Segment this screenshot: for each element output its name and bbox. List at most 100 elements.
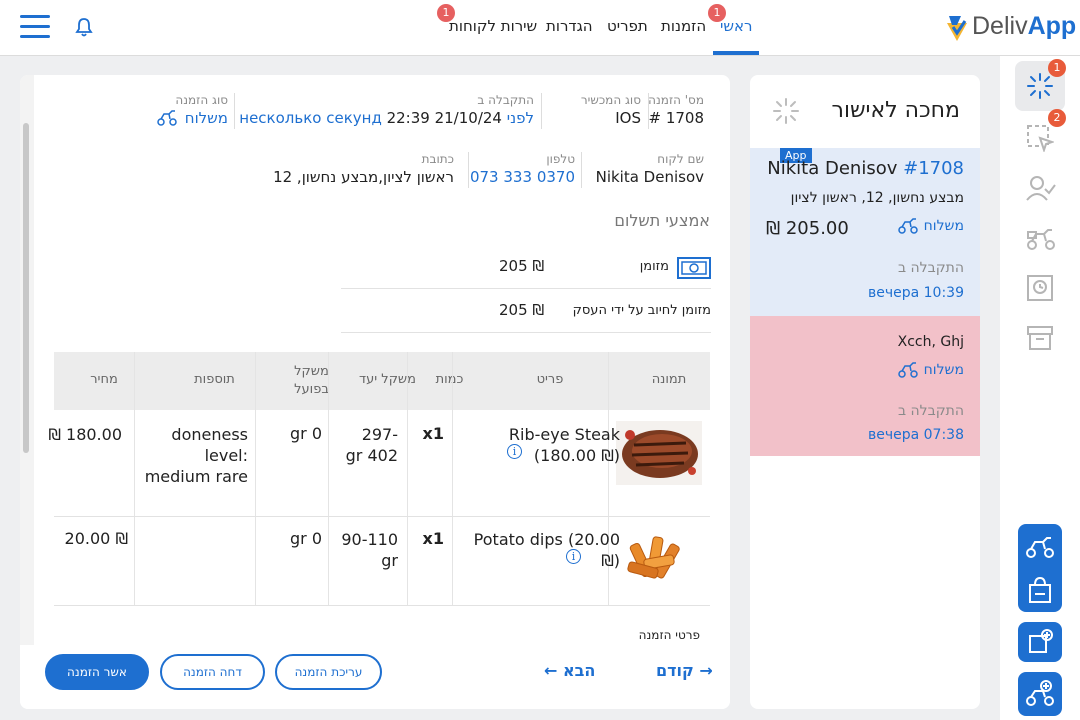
- col-item: פריט: [536, 372, 564, 387]
- rail-add-order-button[interactable]: [1018, 622, 1062, 662]
- item-price: ₪ 20.00: [64, 529, 128, 548]
- payment-method-name: מזומן לחיוב על ידי העסק: [572, 303, 711, 318]
- scooter-icon: [897, 218, 918, 234]
- rail-users-button[interactable]: [1015, 163, 1065, 213]
- column-divider: [134, 352, 135, 605]
- item-qty: x1: [422, 424, 444, 443]
- divider: [468, 152, 469, 188]
- info-icon[interactable]: i: [566, 549, 581, 564]
- order-type-value: משלוח: [184, 109, 228, 127]
- nav-tab-orders[interactable]: הזמנות: [661, 17, 706, 35]
- info-icon[interactable]: i: [507, 444, 522, 459]
- phone-field: טלפון 0370 333 073: [470, 152, 575, 186]
- side-rail: 1 2: [1000, 56, 1080, 720]
- col-target-weight: משקל יעד: [359, 372, 416, 387]
- menu-icon[interactable]: [20, 14, 50, 40]
- rail-archive-button[interactable]: [1015, 313, 1065, 363]
- card-price: ₪ 205.00: [766, 218, 849, 239]
- card-delivery-type: משלוח: [897, 362, 964, 378]
- nav-tab-home[interactable]: ראשי: [720, 17, 752, 35]
- rail-select-badge: 2: [1048, 109, 1066, 127]
- previous-order-link[interactable]: קודם →: [656, 661, 713, 680]
- edit-order-button[interactable]: עריכת הזמנה: [275, 654, 382, 690]
- next-order-link[interactable]: ← הבא: [544, 661, 595, 680]
- order-details-label: פרטי הזמנה: [638, 628, 700, 642]
- payment-method-name: מזומן: [639, 259, 669, 274]
- column-divider: [255, 352, 256, 605]
- received-date: 22:39 21/10/24: [386, 109, 502, 127]
- approve-order-button[interactable]: אשר הזמנה: [45, 654, 149, 690]
- col-actual-weight: משקל בפועל: [294, 364, 329, 397]
- card-received-time: 07:38 вечера: [867, 427, 964, 443]
- item-price: 180.00 ₪: [48, 425, 122, 444]
- spinner-icon: [1027, 73, 1053, 99]
- scooter-icon: [1027, 229, 1055, 250]
- payment-amount: 205 ₪: [499, 301, 545, 319]
- card-address: מבצע נחשון, 12, ראשון לציון: [790, 190, 964, 206]
- item-actual-weight: 0 gr: [289, 424, 322, 443]
- customer-name-value: Nikita Denisov: [595, 168, 704, 186]
- customer-name-field: שם לקוח Nikita Denisov: [596, 152, 704, 186]
- item-qty: x1: [422, 529, 444, 548]
- address-value: ראשון לציון,מבצע נחשון, 12: [273, 168, 454, 186]
- divider: [648, 93, 649, 129]
- shopping-bag-icon: [1029, 576, 1051, 603]
- column-divider: [407, 352, 408, 605]
- top-bar: ראשי 1 הזמנות תפריט הגדרות שירות לקוחות …: [0, 0, 1080, 56]
- card-customer-name: Xcch, Ghj: [897, 334, 964, 350]
- device-type-field: סוג המכשיר IOS: [581, 93, 641, 127]
- user-check-icon: [1026, 176, 1056, 201]
- reject-order-button[interactable]: דחה הזמנה: [160, 654, 265, 690]
- rail-pending-badge: 1: [1048, 59, 1066, 77]
- add-order-icon: [1029, 629, 1053, 653]
- row-divider: [54, 605, 710, 606]
- card-received-label: התקבלה ב: [897, 403, 964, 419]
- scrollbar-thumb[interactable]: [23, 123, 29, 453]
- rail-new-delivery-button[interactable]: [1018, 524, 1062, 612]
- logo-icon: [947, 16, 967, 41]
- column-divider: [328, 352, 329, 605]
- logo-text-app: App: [1027, 12, 1077, 40]
- nav-tab-settings[interactable]: הגדרות: [546, 17, 593, 35]
- card-customer: #1708 Nikita Denisov: [767, 158, 964, 179]
- active-tab-indicator: [713, 51, 759, 55]
- phone-value[interactable]: 0370 333 073: [470, 168, 575, 186]
- device-type-value: IOS: [615, 109, 641, 127]
- received-label: התקבלה ב: [477, 93, 534, 107]
- scooter-icon: [157, 110, 177, 126]
- bell-icon[interactable]: [74, 16, 94, 38]
- rail-add-delivery-button[interactable]: [1018, 672, 1062, 716]
- col-price: מחיר: [90, 372, 118, 387]
- logo-text-deliv: Deliv: [972, 12, 1028, 40]
- rail-receipt-button[interactable]: [1015, 263, 1065, 313]
- pending-order-card[interactable]: App #1708 Nikita Denisov מבצע נחשון, 12,…: [750, 148, 980, 316]
- items-table-header: תמונה פריט כמות משקל יעד משקל בפועל תוספ…: [54, 352, 710, 410]
- device-type-label: סוג המכשיר: [580, 93, 641, 107]
- divider: [581, 152, 582, 188]
- rail-delivery-button[interactable]: [1015, 213, 1065, 263]
- row-divider: [54, 516, 710, 517]
- nav-service-badge: 1: [437, 4, 455, 22]
- order-number-field: מס' הזמנה 1708 #: [648, 93, 704, 127]
- pending-order-card[interactable]: Xcch, Ghj משלוח התקבלה ב 07:38 вечера: [750, 316, 980, 456]
- pending-orders-panel: מחכה לאישור App #1708 Nikita Denisov מבצ…: [750, 75, 980, 709]
- payment-row: מזומן לחיוב על ידי העסק 205 ₪: [341, 289, 711, 333]
- nav-tab-customer-service[interactable]: שירות לקוחות: [449, 17, 537, 35]
- pending-panel-title: מחכה לאישור: [831, 98, 960, 123]
- card-customer-name: Nikita Denisov: [767, 158, 898, 179]
- item-extras: doneness level: medium rare: [144, 425, 248, 486]
- order-actions-bar: אשר הזמנה דחה הזמנה עריכת הזמנה ← הבא קו…: [20, 645, 730, 709]
- divider: [541, 93, 542, 129]
- card-type-label: משלוח: [923, 218, 964, 234]
- payment-amount: 205 ₪: [499, 257, 545, 275]
- nav-tab-menu[interactable]: תפריט: [607, 17, 648, 35]
- order-number-label: מס' הזמנה: [648, 93, 704, 107]
- card-type-label: משלוח: [923, 362, 964, 378]
- card-order-number: #1708: [903, 158, 964, 179]
- order-number-value: 1708 #: [648, 109, 704, 127]
- nav-home-badge: 1: [708, 4, 726, 22]
- add-scooter-icon: [1026, 680, 1054, 706]
- card-received-time: 10:39 вечера: [867, 285, 964, 301]
- selection-cursor-icon: [1027, 125, 1054, 152]
- scooter-icon: [897, 362, 918, 378]
